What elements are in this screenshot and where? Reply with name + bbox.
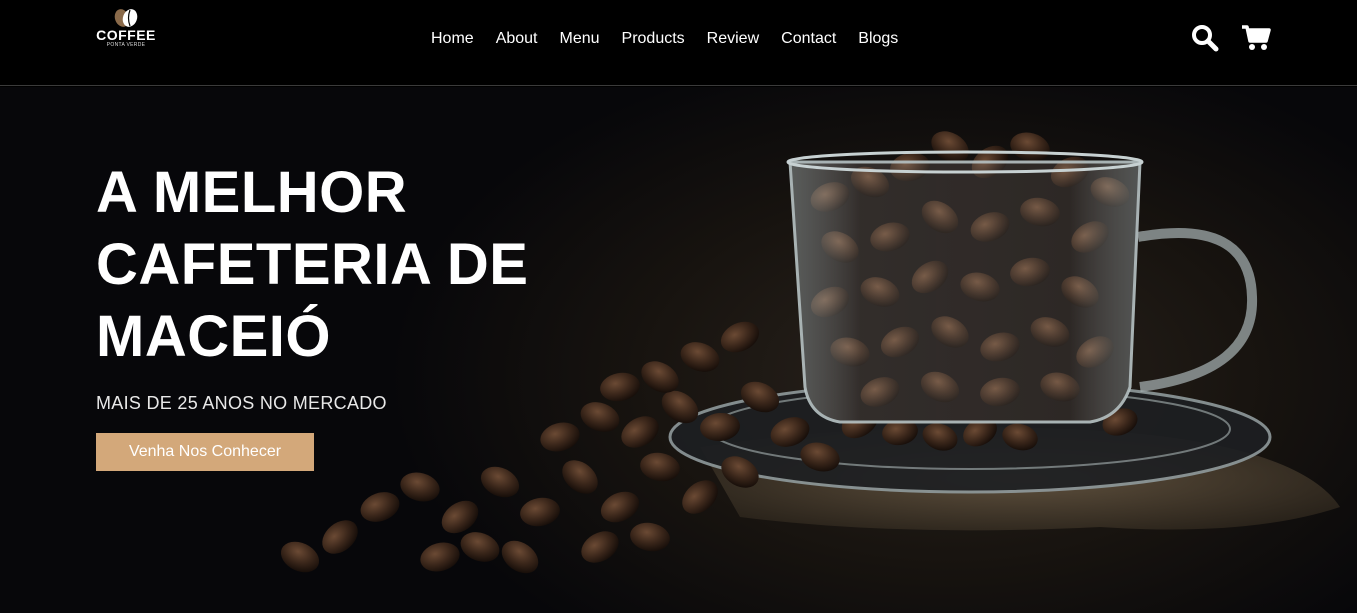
nav-item-review[interactable]: Review [696, 30, 770, 48]
hero-text: A MELHOR CAFETERIA DE MACEIÓ MAIS DE 25 … [96, 157, 576, 414]
hero-title-line: MACEIÓ [96, 304, 331, 369]
nav-item-about[interactable]: About [485, 30, 549, 48]
site-header: COFFEE PONTA VERDE Home About Menu Produ… [0, 0, 1357, 86]
nav-item-home[interactable]: Home [420, 30, 485, 48]
hero-section: A MELHOR CAFETERIA DE MACEIÓ MAIS DE 25 … [0, 87, 1357, 613]
nav-item-contact[interactable]: Contact [770, 30, 847, 48]
coffee-bean-icon [114, 9, 138, 27]
nav-item-blogs[interactable]: Blogs [847, 30, 909, 48]
hero-subtitle: MAIS DE 25 ANOS NO MERCADO [96, 393, 387, 413]
hero-title-line: CAFETERIA DE [96, 232, 529, 297]
search-icon[interactable] [1191, 24, 1219, 57]
header-actions [1191, 24, 1271, 57]
hero-title: A MELHOR CAFETERIA DE MACEIÓ [96, 157, 576, 373]
hero-title-line: A MELHOR [96, 160, 408, 225]
nav-item-menu[interactable]: Menu [549, 30, 611, 48]
cart-icon[interactable] [1241, 24, 1271, 57]
nav-item-products[interactable]: Products [611, 30, 696, 48]
brand-logo[interactable]: COFFEE PONTA VERDE [96, 8, 156, 56]
brand-name: COFFEE [96, 27, 156, 43]
visit-us-button[interactable]: Venha Nos Conhecer [96, 433, 314, 471]
main-nav: Home About Menu Products Review Contact … [420, 0, 909, 78]
